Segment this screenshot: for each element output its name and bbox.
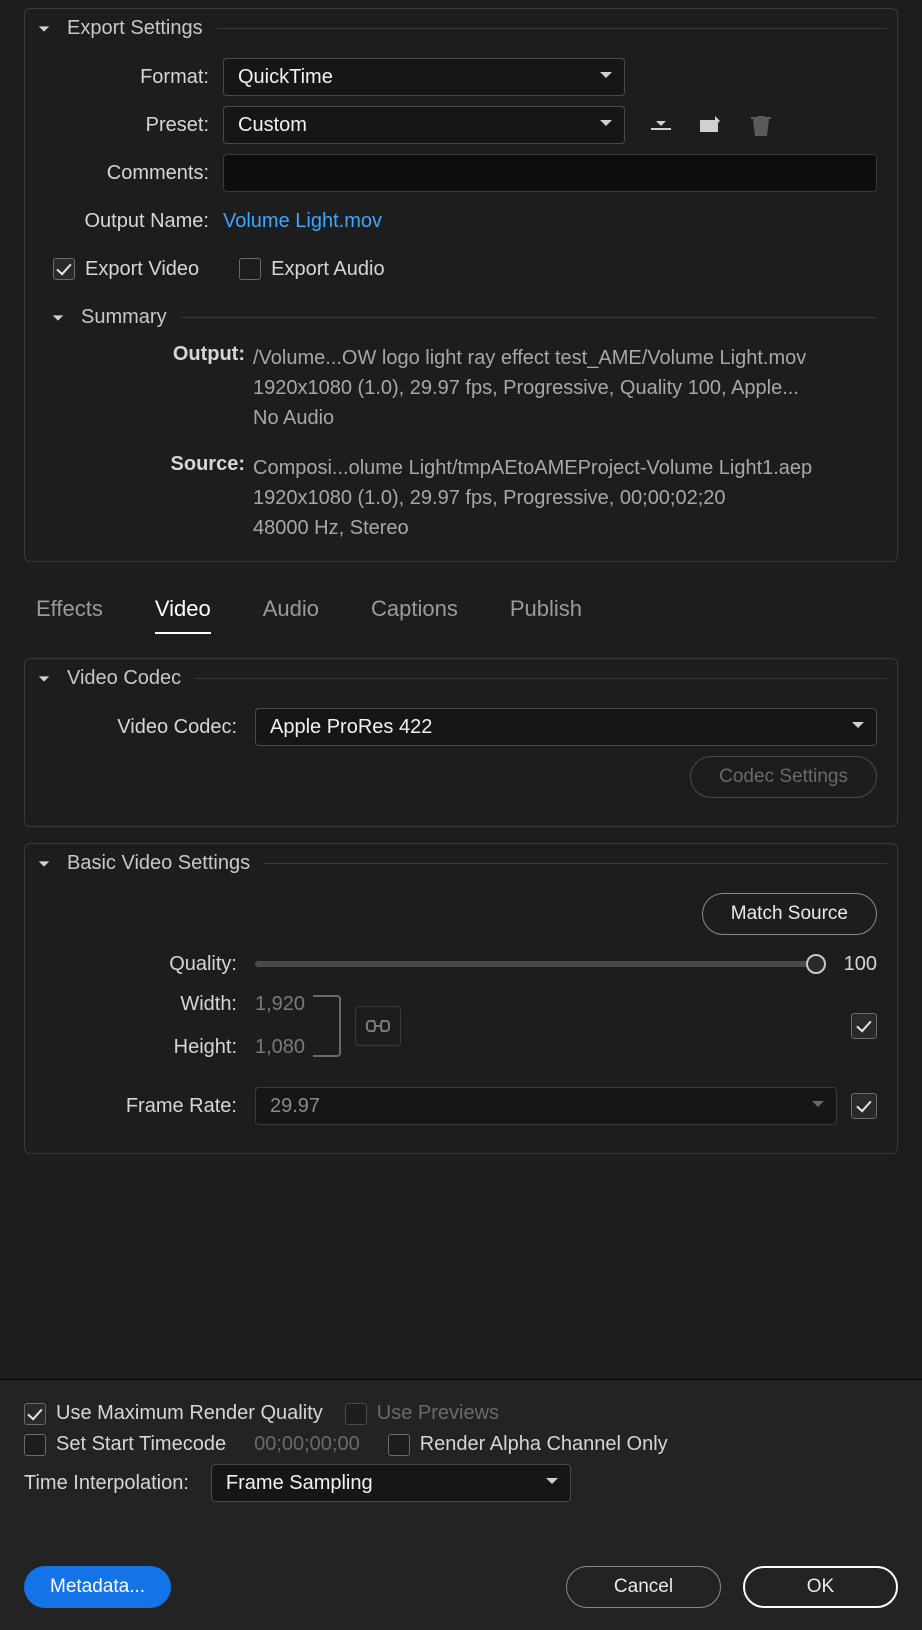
- quality-value: 100: [844, 953, 877, 976]
- chevron-down-icon[interactable]: [35, 855, 53, 873]
- height-value[interactable]: 1,080: [255, 1036, 305, 1059]
- match-source-framerate-checkbox[interactable]: [851, 1093, 877, 1119]
- basic-video-panel: Basic Video Settings Match Source Qualit…: [24, 843, 898, 1154]
- delete-preset-icon: [747, 113, 775, 137]
- tab-effects[interactable]: Effects: [36, 596, 103, 634]
- output-name-link[interactable]: Volume Light.mov: [223, 210, 382, 233]
- use-previews-checkbox: Use Previews: [345, 1402, 499, 1425]
- frame-rate-dropdown: 29.97: [255, 1087, 837, 1125]
- match-source-button[interactable]: Match Source: [702, 893, 877, 935]
- chevron-down-icon[interactable]: [49, 309, 67, 327]
- tab-publish[interactable]: Publish: [510, 596, 582, 634]
- max-render-quality-checkbox[interactable]: Use Maximum Render Quality: [24, 1402, 323, 1425]
- chevron-down-icon: [810, 1088, 826, 1124]
- save-preset-icon[interactable]: [647, 113, 675, 137]
- tab-bar: Effects Video Audio Captions Publish: [0, 578, 922, 634]
- match-source-dimensions-checkbox[interactable]: [851, 1013, 877, 1039]
- basic-video-title: Basic Video Settings: [67, 852, 250, 875]
- ok-button[interactable]: OK: [743, 1566, 898, 1608]
- summary-block: Output: /Volume...OW logo light ray effe…: [45, 337, 877, 543]
- tab-captions[interactable]: Captions: [371, 596, 458, 634]
- start-timecode-value[interactable]: 00;00;00;00: [248, 1433, 366, 1456]
- preset-label: Preset:: [45, 114, 223, 137]
- summary-source-text: Composi...olume Light/tmpAEtoAMEProject-…: [253, 453, 877, 543]
- comments-label: Comments:: [45, 162, 223, 185]
- cancel-button[interactable]: Cancel: [566, 1566, 721, 1608]
- format-label: Format:: [45, 66, 223, 89]
- preset-dropdown[interactable]: Custom: [223, 106, 625, 144]
- codec-settings-button: Codec Settings: [690, 756, 877, 798]
- summary-title: Summary: [81, 306, 167, 329]
- chevron-down-icon: [598, 107, 614, 143]
- height-label: Height:: [45, 1036, 255, 1059]
- comments-input[interactable]: [223, 154, 877, 192]
- set-start-timecode-checkbox[interactable]: Set Start Timecode: [24, 1433, 226, 1456]
- metadata-button[interactable]: Metadata...: [24, 1566, 171, 1608]
- export-audio-checkbox[interactable]: Export Audio: [239, 258, 384, 281]
- time-interpolation-label: Time Interpolation:: [24, 1472, 189, 1495]
- bracket-icon: [313, 995, 341, 1057]
- output-name-label: Output Name:: [45, 210, 223, 233]
- frame-rate-label: Frame Rate:: [45, 1095, 255, 1118]
- chevron-down-icon[interactable]: [35, 20, 53, 38]
- export-settings-title: Export Settings: [67, 17, 203, 40]
- link-dimensions-toggle[interactable]: [355, 1006, 401, 1046]
- video-codec-title: Video Codec: [67, 667, 181, 690]
- quality-slider[interactable]: [255, 961, 824, 967]
- chevron-down-icon: [598, 59, 614, 95]
- time-interpolation-dropdown[interactable]: Frame Sampling: [211, 1464, 571, 1502]
- chevron-down-icon[interactable]: [35, 670, 53, 688]
- video-codec-panel: Video Codec Video Codec: Apple ProRes 42…: [24, 658, 898, 827]
- footer: Use Maximum Render Quality Use Previews …: [0, 1379, 922, 1630]
- video-codec-dropdown[interactable]: Apple ProRes 422: [255, 708, 877, 746]
- chevron-down-icon: [544, 1465, 560, 1501]
- width-label: Width:: [45, 993, 255, 1016]
- tab-video[interactable]: Video: [155, 596, 211, 634]
- render-alpha-checkbox[interactable]: Render Alpha Channel Only: [388, 1433, 668, 1456]
- tab-audio[interactable]: Audio: [263, 596, 319, 634]
- summary-output-text: /Volume...OW logo light ray effect test_…: [253, 343, 877, 433]
- chevron-down-icon: [850, 709, 866, 745]
- width-value[interactable]: 1,920: [255, 993, 305, 1016]
- export-video-checkbox[interactable]: Export Video: [53, 258, 199, 281]
- video-codec-label: Video Codec:: [45, 716, 255, 739]
- slider-knob[interactable]: [806, 954, 826, 974]
- format-dropdown[interactable]: QuickTime: [223, 58, 625, 96]
- quality-label: Quality:: [45, 953, 255, 976]
- import-preset-icon[interactable]: [697, 113, 725, 137]
- export-settings-panel: Export Settings Format: QuickTime Preset…: [24, 8, 898, 562]
